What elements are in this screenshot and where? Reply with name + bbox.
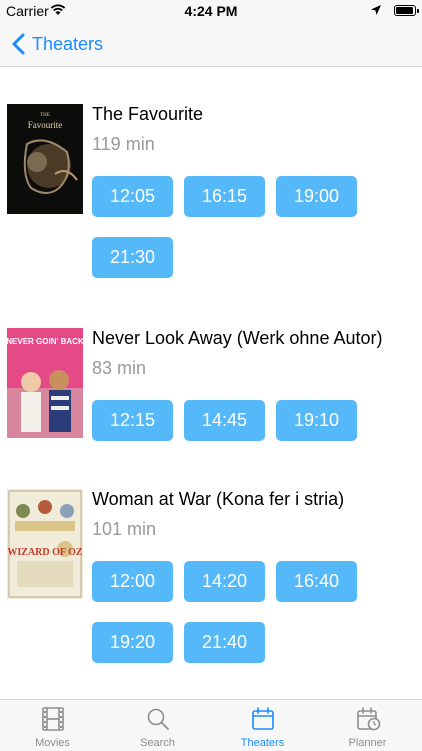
tab-bar: Movies Search Theaters Planner (0, 699, 422, 751)
clock: 4:24 PM (184, 3, 238, 19)
poster-image: NEVER GOIN' BACK (7, 328, 83, 438)
movie-title[interactable]: Woman at War (Kona fer i stria) (92, 489, 344, 510)
poster-image: WIZARD OF OZ (7, 489, 83, 599)
movie-poster[interactable]: WIZARD OF OZ (7, 489, 83, 599)
tab-planner[interactable]: Planner (315, 700, 420, 751)
showtime-button[interactable]: 12:05 (92, 176, 173, 217)
movie-poster[interactable]: NEVER GOIN' BACK (7, 328, 83, 438)
chevron-left-icon (12, 33, 25, 55)
back-button[interactable]: Theaters (10, 22, 103, 66)
movie-runtime: 119 min (92, 134, 155, 154)
showtime-button[interactable]: 16:40 (276, 561, 357, 602)
search-icon (147, 708, 169, 730)
film-icon (42, 707, 64, 731)
showtime-button[interactable]: 12:00 (92, 561, 173, 602)
tab-label: Theaters (240, 737, 285, 749)
showtime-button[interactable]: 12:15 (92, 400, 173, 441)
battery-icon (394, 5, 419, 16)
planner-icon (357, 707, 381, 731)
showtimes-list[interactable]: THE Favourite The Favourite 119 min 12:0… (0, 67, 422, 699)
movie-title[interactable]: The Favourite (92, 104, 203, 125)
tab-label: Movies (35, 737, 70, 749)
tab-movies[interactable]: Movies (0, 700, 105, 751)
showtime-button[interactable]: 19:00 (276, 176, 357, 217)
tab-search[interactable]: Search (105, 700, 210, 751)
movie-title[interactable]: Never Look Away (Werk ohne Autor) (92, 328, 382, 349)
showtime-button[interactable]: 21:30 (92, 237, 173, 278)
tab-label: Planner (348, 737, 387, 749)
tab-theaters[interactable]: Theaters (210, 700, 315, 751)
showtime-button[interactable]: 21:40 (184, 622, 265, 663)
showtime-button[interactable]: 16:15 (184, 176, 265, 217)
poster-image: THE Favourite (7, 104, 83, 214)
tab-label: Search (140, 737, 175, 749)
poster-title: WIZARD OF OZ (7, 547, 83, 558)
movie-poster[interactable]: THE Favourite (7, 104, 83, 214)
back-button-label: Theaters (32, 33, 104, 54)
calendar-icon (252, 707, 274, 730)
status-bar: Carrier 4:24 PM (0, 0, 422, 22)
location-arrow-icon (371, 5, 381, 15)
navigation-bar: Theaters (0, 22, 422, 67)
movie-runtime: 101 min (92, 519, 157, 539)
showtime-button[interactable]: 14:20 (184, 561, 265, 602)
poster-title: NEVER GOIN' BACK (7, 337, 83, 346)
poster-title: Favourite (28, 120, 63, 130)
showtime-button[interactable]: 14:45 (184, 400, 265, 441)
showtime-button[interactable]: 19:20 (92, 622, 173, 663)
poster-subtext: THE (40, 113, 50, 118)
movie-runtime: 83 min (92, 358, 147, 378)
showtime-button[interactable]: 19:10 (276, 400, 357, 441)
